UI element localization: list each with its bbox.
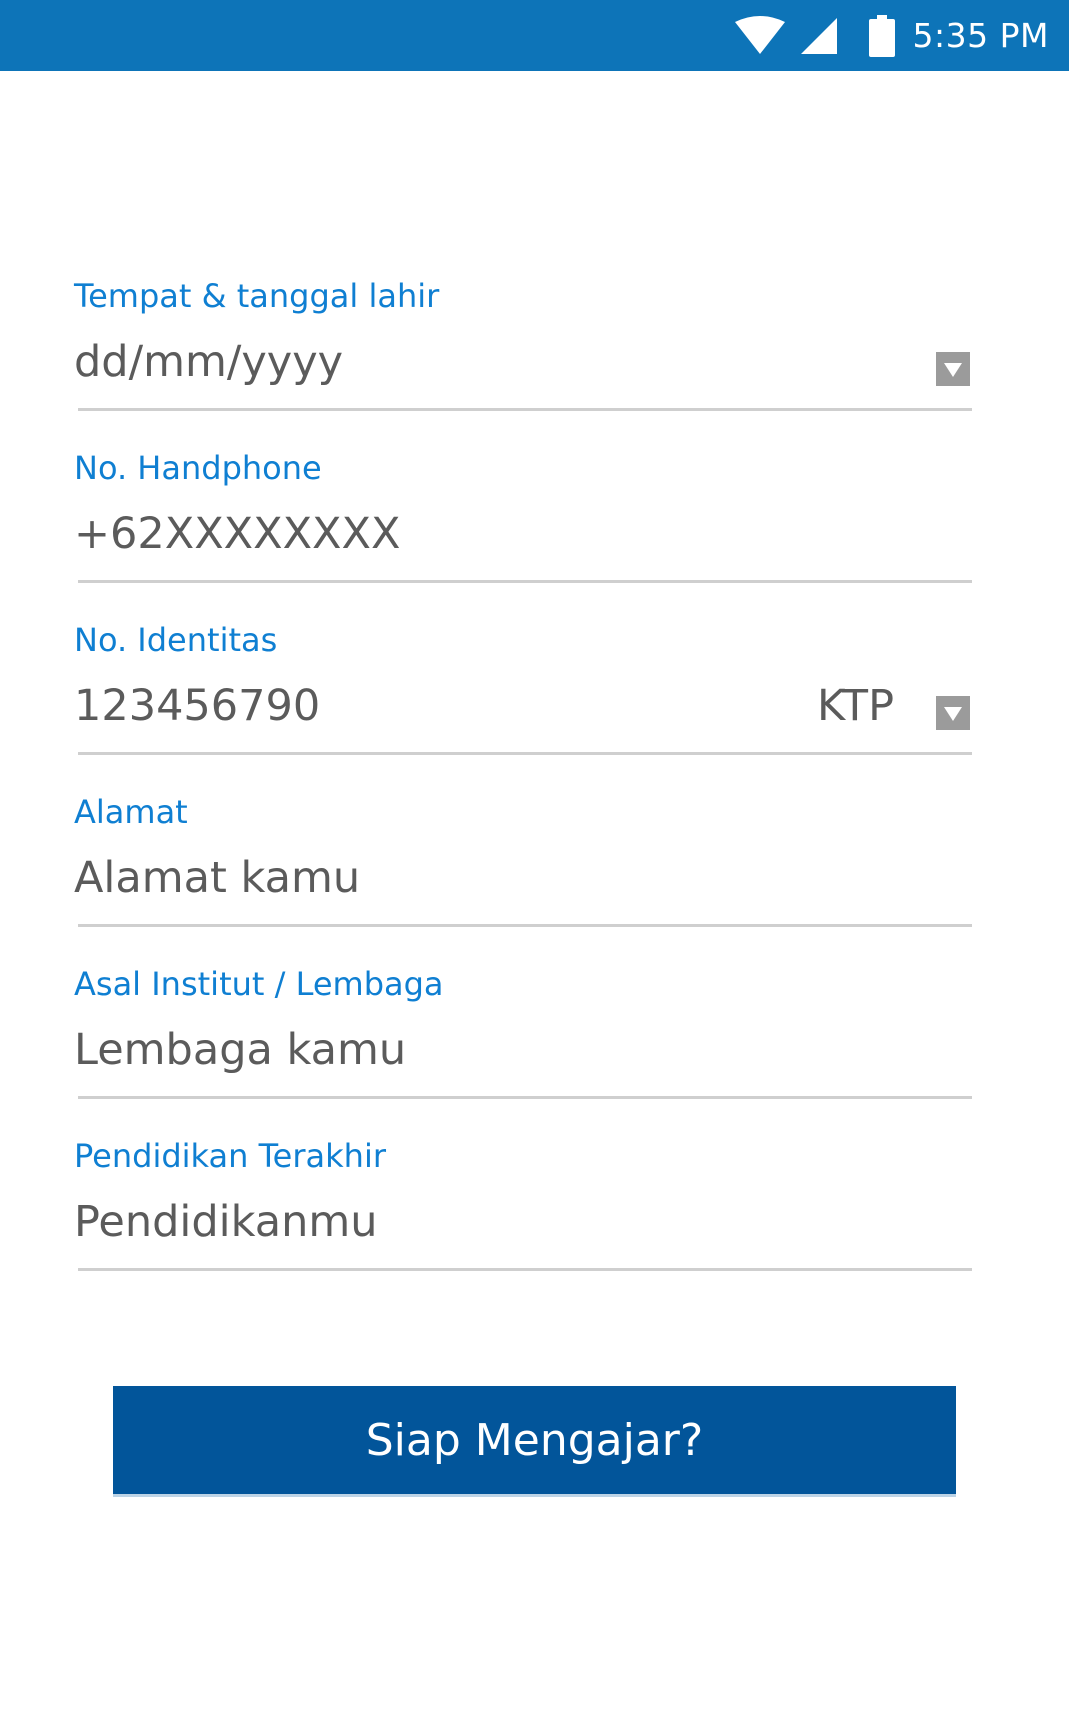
field-underline — [78, 924, 972, 927]
institution-input[interactable]: Lembaga kamu — [74, 1020, 406, 1080]
signal-icon — [799, 16, 839, 56]
field-underline — [78, 752, 972, 755]
phone-field[interactable]: No. Handphone +62XXXXXXXX — [74, 448, 974, 598]
status-icons: 5:35 PM — [734, 0, 1049, 71]
chevron-down-icon[interactable] — [936, 696, 970, 730]
identity-type-select[interactable]: KTP — [817, 676, 894, 736]
identity-number-input[interactable]: 123456790 — [74, 676, 320, 736]
phone-input[interactable]: +62XXXXXXXX — [74, 504, 400, 564]
institution-field[interactable]: Asal Institut / Lembaga Lembaga kamu — [74, 964, 974, 1114]
address-input[interactable]: Alamat kamu — [74, 848, 360, 908]
status-bar: 5:35 PM — [0, 0, 1069, 71]
chevron-down-icon[interactable] — [936, 352, 970, 386]
field-underline — [78, 408, 972, 411]
submit-button[interactable]: Siap Mengajar? — [113, 1386, 956, 1497]
field-underline — [78, 1268, 972, 1271]
address-field[interactable]: Alamat Alamat kamu — [74, 792, 974, 942]
field-label: Asal Institut / Lembaga — [74, 965, 444, 1003]
clock: 5:35 PM — [912, 16, 1049, 55]
field-label: No. Identitas — [74, 621, 278, 659]
field-label: Tempat & tanggal lahir — [74, 277, 440, 315]
education-input[interactable]: Pendidikanmu — [74, 1192, 377, 1252]
birth-date-field[interactable]: Tempat & tanggal lahir dd/mm/yyyy — [74, 276, 974, 426]
field-label: Alamat — [74, 793, 188, 831]
field-label: No. Handphone — [74, 449, 322, 487]
wifi-icon — [734, 15, 785, 56]
identity-field[interactable]: No. Identitas 123456790 KTP — [74, 620, 974, 770]
field-label: Pendidikan Terakhir — [74, 1137, 386, 1175]
birth-date-input[interactable]: dd/mm/yyyy — [74, 332, 343, 392]
field-underline — [78, 1096, 972, 1099]
battery-icon — [868, 14, 895, 57]
education-field[interactable]: Pendidikan Terakhir Pendidikanmu — [74, 1136, 974, 1286]
field-underline — [78, 580, 972, 583]
